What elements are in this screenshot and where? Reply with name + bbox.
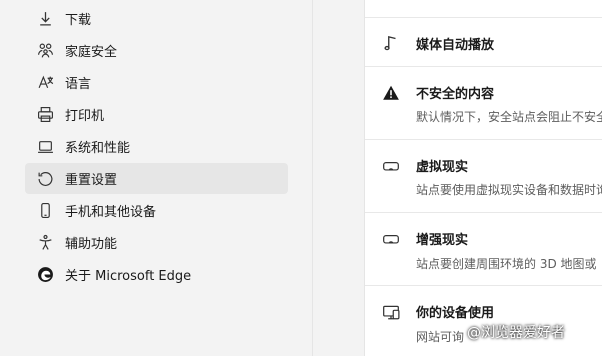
row-divider: [365, 17, 602, 18]
vr-headset-icon: [381, 156, 401, 176]
music-note-icon: [381, 33, 401, 53]
row-divider: [365, 139, 602, 140]
permission-description: 网站可询: [416, 330, 465, 344]
sidebar-item-label: 辅助功能: [65, 237, 118, 252]
row-divider: [365, 212, 602, 213]
permission-description: 默认情况下，安全站点会阻止不安全: [416, 110, 602, 124]
sidebar-item-family-safety[interactable]: 家庭安全: [25, 35, 288, 66]
laptop-icon: [36, 138, 54, 156]
sidebar-item-label: 关于 Microsoft Edge: [65, 269, 192, 284]
sidebar-item-languages[interactable]: 语言: [25, 67, 288, 98]
row-divider: [365, 66, 602, 67]
settings-sidebar: 下载 家庭安全 语言 打印机 系统和性能 重置设置 手机和其他设备 辅助功能 关…: [0, 0, 312, 356]
site-permissions-panel: 媒体自动播放 不安全的内容 默认情况下，安全站点会阻止不安全 虚拟现实 站点要使…: [364, 0, 602, 356]
sidebar-item-phone-devices[interactable]: 手机和其他设备: [25, 195, 288, 226]
sidebar-item-downloads[interactable]: 下载: [25, 3, 288, 34]
sidebar-item-about-edge[interactable]: 关于 Microsoft Edge: [25, 259, 288, 290]
sidebar-item-label: 系统和性能: [65, 141, 131, 156]
ar-headset-icon: [381, 229, 401, 249]
warning-icon: [381, 83, 401, 103]
permission-title: 不安全的内容: [416, 87, 495, 102]
download-icon: [36, 10, 54, 28]
sidebar-item-label: 下载: [65, 13, 92, 28]
printer-icon: [36, 106, 54, 124]
reset-icon: [36, 170, 54, 188]
accessibility-icon: [36, 234, 54, 252]
sidebar-item-label: 打印机: [65, 109, 105, 124]
phone-icon: [36, 202, 54, 220]
permission-description: 站点要使用虚拟现实设备和数据时询: [416, 183, 602, 197]
sidebar-item-reset-settings[interactable]: 重置设置: [25, 163, 288, 194]
sidebar-item-label: 语言: [65, 77, 92, 92]
content-gutter: [313, 0, 364, 356]
sidebar-item-label: 家庭安全: [65, 45, 118, 60]
sidebar-item-label: 重置设置: [65, 173, 118, 188]
watermark-text: @浏览器爱好者: [467, 325, 565, 341]
row-divider: [365, 285, 602, 286]
sidebar-item-label: 手机和其他设备: [65, 205, 157, 220]
permission-title: 媒体自动播放: [416, 38, 495, 53]
sidebar-item-system[interactable]: 系统和性能: [25, 131, 288, 162]
permission-title: 你的设备使用: [416, 306, 495, 321]
family-icon: [36, 42, 54, 60]
permission-description: 站点要创建周围环境的 3D 地图或: [416, 257, 597, 271]
language-icon: [36, 74, 54, 92]
device-usage-icon: [381, 302, 401, 322]
permission-title: 增强现实: [416, 233, 469, 248]
sidebar-item-accessibility[interactable]: 辅助功能: [25, 227, 288, 258]
sidebar-item-printers[interactable]: 打印机: [25, 99, 288, 130]
edge-logo-icon: [36, 266, 54, 284]
permission-title: 虚拟现实: [416, 160, 469, 175]
